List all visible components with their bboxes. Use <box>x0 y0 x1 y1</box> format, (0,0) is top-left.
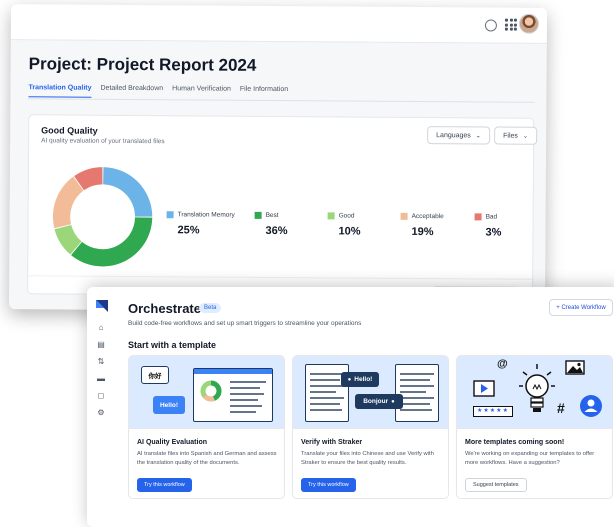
languages-label: Languages <box>436 131 471 139</box>
translated-document <box>395 364 439 422</box>
page-subtitle: Build code-free workflows and set up sma… <box>128 320 362 327</box>
settings-gear-icon[interactable]: ⚙ <box>96 408 106 418</box>
page-title: Project: Project Report 2024 <box>28 54 257 75</box>
tab-detailed-breakdown[interactable]: Detailed Breakdown <box>100 85 163 98</box>
chevron-down-icon: ⌄ <box>522 133 528 140</box>
video-play-icon <box>473 380 495 397</box>
legend-swatch <box>474 213 482 221</box>
side-rail: ⌂ ▤ ⇅ ▬ ◻ ⚙ <box>87 287 117 527</box>
create-workflow-button[interactable]: + Create Workflow <box>549 299 613 316</box>
template-title: Verify with Straker <box>301 439 363 446</box>
template-title: AI Quality Evaluation <box>137 439 208 446</box>
orchestrate-window: ⌂ ▤ ⇅ ▬ ◻ ⚙ Orchestrate Beta Build code-… <box>87 287 614 527</box>
legend-item-translation-memory: Translation Memory 25% <box>166 211 266 237</box>
template-title: More templates coming soon! <box>465 439 565 446</box>
legend-swatch <box>327 212 335 220</box>
project-report-window: Project: Project Report 2024 Translation… <box>8 4 548 313</box>
donut-slice <box>103 167 153 217</box>
mini-donut-icon <box>200 380 222 402</box>
at-sign-icon: @ <box>497 358 508 370</box>
template-illustration: @ ★★★★★ # <box>457 356 612 429</box>
straker-logo-icon <box>96 300 108 312</box>
export-icon[interactable]: ◻ <box>96 391 106 401</box>
quality-panel-title: Good Quality <box>41 125 98 136</box>
legend-swatch <box>166 211 174 219</box>
hello-bubble: ● Hello! <box>341 372 379 387</box>
tab-human-verification[interactable]: Human Verification <box>172 85 231 98</box>
lightbulb-icon <box>519 364 555 412</box>
legend-swatch <box>400 212 408 220</box>
feedback-smiley-icon[interactable] <box>484 19 497 32</box>
try-workflow-button[interactable]: Try this workflow <box>137 478 192 492</box>
apps-grid-icon[interactable] <box>504 18 517 31</box>
report-tabs: Translation Quality Detailed Breakdown H… <box>28 84 288 99</box>
page-title: Orchestrate <box>128 301 201 316</box>
report-document <box>193 368 273 422</box>
template-description: AI translate files into Spanish and Germ… <box>137 451 277 466</box>
legend-label: Bad <box>485 213 498 221</box>
legend-value: 25% <box>177 224 200 237</box>
section-title: Start with a template <box>128 340 217 350</box>
top-bar <box>10 4 548 44</box>
template-description: We're working on expanding our templates… <box>465 451 595 466</box>
beta-badge: Beta <box>199 303 222 313</box>
card-icon[interactable]: ▬ <box>96 374 106 384</box>
template-description: Translate your files into Chinese and us… <box>301 451 434 466</box>
legend-label: Best <box>265 211 279 220</box>
tab-translation-quality[interactable]: Translation Quality <box>28 84 92 98</box>
quality-legend: Translation Memory 25% Best 36% Good 10%… <box>29 115 533 239</box>
template-card-coming-soon[interactable]: @ ★★★★★ # More templates coming soon! We… <box>456 355 613 499</box>
rating-stars-icon: ★★★★★ <box>473 406 513 417</box>
user-avatar[interactable] <box>518 13 540 34</box>
legend-label: Acceptable <box>411 212 444 221</box>
image-icon <box>565 360 585 375</box>
suggest-templates-button[interactable]: Suggest templates <box>465 478 527 492</box>
document-icon[interactable]: ▤ <box>96 340 106 350</box>
swap-icon[interactable]: ⇅ <box>96 357 106 367</box>
quality-panel: Good Quality AI quality evaluation of yo… <box>27 114 538 303</box>
donut-slice <box>52 176 84 229</box>
template-card-verify-straker[interactable]: ● Hello! Bonjour ● Verify with Straker Tra… <box>292 355 449 499</box>
try-workflow-button[interactable]: Try this workflow <box>301 478 356 492</box>
files-dropdown[interactable]: Files ⌄ <box>494 126 538 145</box>
legend-value: 3% <box>485 226 502 239</box>
user-profile-icon <box>580 395 602 417</box>
bonjour-bubble: Bonjour ● <box>355 394 403 409</box>
legend-item-bad: Bad 3% <box>474 213 547 239</box>
languages-dropdown[interactable]: Languages ⌄ <box>427 126 490 145</box>
legend-label: Good <box>338 212 355 220</box>
home-icon[interactable]: ⌂ <box>96 323 106 333</box>
quality-panel-subtitle: AI quality evaluation of your translated… <box>41 137 165 146</box>
panel-footer-divider <box>28 275 533 280</box>
chevron-down-icon: ⌄ <box>475 132 481 139</box>
legend-swatch <box>254 211 262 219</box>
legend-label: Translation Memory <box>177 211 235 219</box>
template-card-ai-quality[interactable]: 你好 Hello! AI Quality Evaluation AI trans… <box>128 355 285 499</box>
quality-donut-chart <box>52 167 153 267</box>
tab-file-information[interactable]: File Information <box>240 86 288 99</box>
hello-bubble: Hello! <box>153 396 185 414</box>
files-label: Files <box>503 132 518 140</box>
chinese-bubble: 你好 <box>141 366 169 384</box>
template-illustration: ● Hello! Bonjour ● <box>293 356 448 429</box>
template-illustration: 你好 Hello! <box>129 356 284 429</box>
donut-slice <box>71 217 153 267</box>
hashtag-icon: # <box>557 400 565 416</box>
